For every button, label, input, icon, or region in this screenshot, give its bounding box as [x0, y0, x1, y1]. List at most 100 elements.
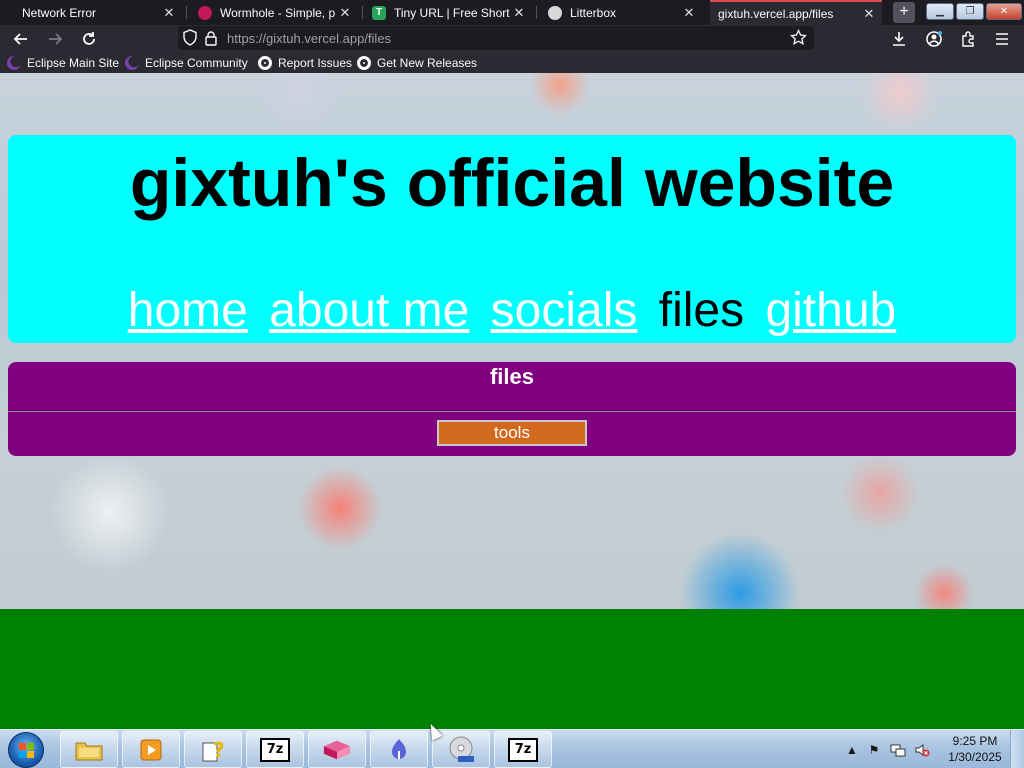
minimize-button[interactable]: ▁ [926, 3, 954, 20]
close-window-button[interactable]: ✕ [986, 3, 1022, 20]
7zip-icon: 7z [508, 737, 538, 762]
eclipse-icon [125, 56, 139, 70]
taskbar-app[interactable] [370, 731, 428, 768]
windows-logo-icon-part [19, 751, 26, 758]
media-player-icon [136, 737, 166, 763]
tab-bar: Network Error ✕ Wormhole - Simple, p ✕ T… [0, 0, 1024, 25]
tab-gixtuh-files[interactable]: gixtuh.vercel.app/files ✕ [710, 0, 882, 25]
taskbar-7zip[interactable]: 7z [246, 731, 304, 768]
clock-date[interactable]: 1/30/2025 [940, 750, 1010, 764]
vercel-icon [322, 737, 352, 763]
bookmark-label: Report Issues [278, 56, 353, 70]
github-icon [258, 56, 272, 70]
files-panel: files tools [8, 362, 1016, 456]
system-tray: ▲ ⚑ 9:25 PM 1/30/2025 [840, 730, 1024, 768]
new-tab-button[interactable]: + [893, 2, 915, 23]
close-icon[interactable]: ✕ [682, 5, 696, 21]
url-text[interactable]: https://gixtuh.vercel.app/files [227, 31, 391, 46]
tab-title: gixtuh.vercel.app/files [718, 6, 834, 21]
taskbar-help[interactable]: ? [184, 731, 242, 768]
eclipse-icon [7, 56, 21, 70]
shield-icon[interactable] [182, 29, 198, 51]
url-host: https://gixtuh.vercel.app [227, 31, 365, 46]
close-icon[interactable]: ✕ [162, 5, 176, 21]
taskbar-vercel-app[interactable] [308, 731, 366, 768]
github-icon [357, 56, 371, 70]
navigation-toolbar: https://gixtuh.vercel.app/files [0, 25, 1024, 52]
nav-link-github[interactable]: github [765, 284, 896, 337]
windows-logo-icon [19, 743, 26, 750]
tab-separator [536, 6, 537, 19]
tools-button[interactable]: tools [437, 420, 587, 446]
svg-text:?: ? [213, 738, 225, 762]
divider [8, 410, 1016, 412]
lock-icon[interactable] [204, 30, 218, 51]
account-icon[interactable] [923, 28, 945, 50]
site-header: gixtuh's official website home about me … [8, 135, 1016, 343]
bookmark-eclipse-community[interactable]: Eclipse Community [125, 55, 248, 71]
tab-title: Litterbox [570, 5, 617, 20]
site-navigation: home about me socials files github [8, 283, 1016, 339]
7zip-icon-label: 7z [266, 742, 284, 757]
nav-link-home[interactable]: home [128, 284, 248, 337]
nav-link-about-me[interactable]: about me [269, 284, 469, 337]
tab-separator [186, 6, 187, 19]
bookmark-label: Eclipse Community [145, 56, 248, 70]
page-viewport: gixtuh's official website home about me … [0, 73, 1024, 609]
bookmark-report-issues[interactable]: Report Issues [258, 55, 352, 71]
close-icon[interactable]: ✕ [338, 5, 352, 21]
bookmarks-toolbar: Eclipse Main Site Eclipse Community Repo… [0, 52, 1024, 73]
tinyurl-icon: T [372, 5, 386, 20]
taskbar-file-explorer[interactable] [60, 731, 118, 768]
url-path: /files [364, 31, 392, 46]
windows-logo-icon-part [27, 751, 34, 758]
7zip-icon: 7z [260, 737, 290, 762]
taskbar-7zip-2[interactable]: 7z [494, 731, 552, 768]
page-footer-area [0, 609, 1024, 729]
network-icon[interactable] [890, 742, 906, 758]
show-hidden-icons-chevron-icon[interactable]: ▲ [844, 742, 860, 758]
bookmark-eclipse-main-site[interactable]: Eclipse Main Site [7, 55, 119, 71]
menu-icon[interactable] [991, 28, 1013, 50]
show-desktop-button[interactable] [1010, 730, 1024, 768]
tab-title: Network Error [22, 5, 97, 20]
wormhole-icon [198, 5, 212, 20]
tab-title: Tiny URL | Free Short L [394, 5, 512, 20]
downloads-icon[interactable] [888, 28, 910, 50]
bookmark-label: Eclipse Main Site [27, 56, 120, 70]
tab-litterbox[interactable]: Litterbox ✕ [540, 0, 702, 25]
files-heading: files [489, 364, 535, 389]
url-bar[interactable]: https://gixtuh.vercel.app/files [178, 26, 814, 50]
taskbar: ? 7z 7z ▲ ⚑ 9:25 PM 1/30/2025 [0, 729, 1024, 768]
bookmark-star-icon[interactable] [790, 28, 807, 51]
back-arrow-icon[interactable] [10, 28, 32, 50]
volume-muted-icon[interactable] [914, 742, 930, 758]
restore-button[interactable]: ❐ [956, 3, 984, 20]
clock-time[interactable]: 9:25 PM [940, 734, 1010, 748]
tab-network-error[interactable]: Network Error ✕ [14, 0, 182, 25]
tab-tinyurl[interactable]: T Tiny URL | Free Short L ✕ [364, 0, 532, 25]
action-center-flag-icon[interactable]: ⚑ [866, 742, 882, 758]
tab-wormhole[interactable]: Wormhole - Simple, p ✕ [190, 0, 358, 25]
app-icon [384, 737, 414, 763]
bookmark-get-new-releases[interactable]: Get New Releases [357, 55, 477, 71]
tab-separator [362, 6, 363, 19]
forward-arrow-icon[interactable] [44, 28, 66, 50]
page-title: gixtuh's official website [129, 145, 895, 221]
taskbar-media-player[interactable] [122, 731, 180, 768]
disc-burner-icon [446, 736, 476, 763]
start-button[interactable] [8, 732, 44, 768]
nav-link-socials[interactable]: socials [491, 284, 638, 337]
help-icon: ? [198, 737, 228, 763]
close-icon[interactable]: ✕ [512, 5, 526, 21]
extensions-icon[interactable] [957, 28, 979, 50]
tab-title: Wormhole - Simple, p [220, 5, 336, 20]
close-icon[interactable]: ✕ [862, 6, 876, 22]
file-explorer-icon [74, 737, 104, 763]
7zip-icon-label: 7z [514, 742, 532, 757]
nav-current-files: files [658, 284, 745, 337]
bookmark-label: Get New Releases [377, 56, 478, 70]
litterbox-icon [548, 5, 562, 20]
windows-logo-icon-part [27, 743, 34, 750]
reload-icon[interactable] [78, 28, 100, 50]
